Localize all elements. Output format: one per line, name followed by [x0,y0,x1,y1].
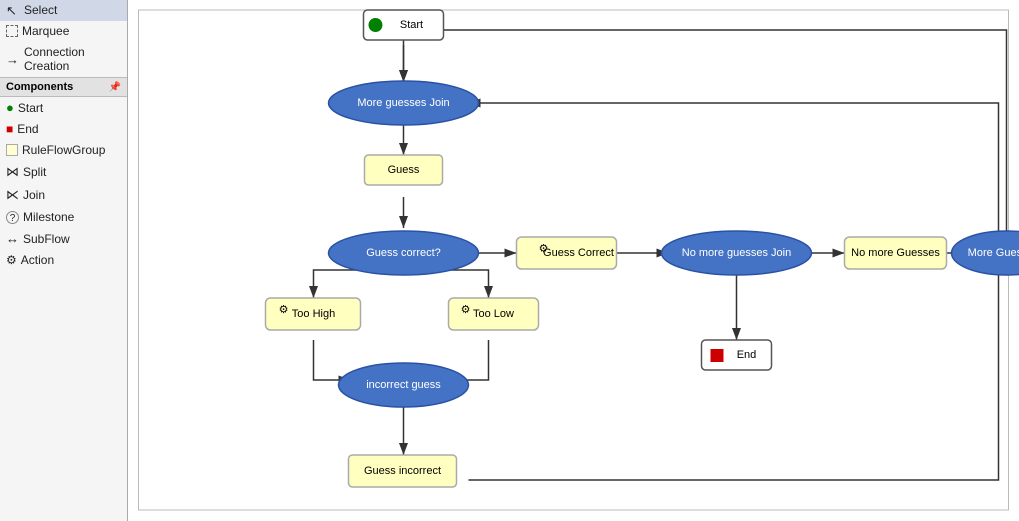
split-icon: ⋈ [6,164,19,180]
marquee-icon [6,25,18,37]
sidebar-label-start: Start [18,101,43,115]
no-more-guesses-node[interactable]: No more Guesses [845,237,947,269]
milestone-icon: ? [6,211,19,224]
start-node[interactable]: Start [364,10,444,40]
more-guesses-split-node[interactable]: More Guesses? [952,231,1019,275]
sidebar-item-subflow[interactable]: ↔ SubFlow [0,228,127,250]
end-icon: ■ [6,122,13,136]
flow-canvas[interactable]: Start More guesses Join Guess Guess corr… [128,0,1019,521]
subflow-icon: ↔ [6,231,19,246]
end-node[interactable]: End [702,340,772,370]
no-more-guesses-join-node[interactable]: No more guesses Join [662,231,812,275]
sidebar-item-start[interactable]: ● Start [0,97,127,119]
sidebar-item-select[interactable]: Select [0,0,127,21]
sidebar-label-connection: Connection Creation [24,45,121,73]
too-low-node[interactable]: ⚙ Too Low [449,298,539,330]
sidebar-item-action[interactable]: ⚙ Action [0,250,127,271]
sidebar-label-split: Split [23,165,46,179]
start-icon: ● [6,100,14,115]
more-guesses-join-node[interactable]: More guesses Join [329,81,479,125]
sidebar-label-subflow: SubFlow [23,232,70,246]
sidebar-label-select: Select [24,3,57,17]
sidebar-label-ruleflowgroup: RuleFlowGroup [22,143,105,157]
sidebar-label-join: Join [23,188,45,202]
pin-icon: 📌 [109,82,121,93]
join-icon: ⋉ [6,187,19,203]
incorrect-guess-node[interactable]: incorrect guess [339,363,469,407]
sidebar-label-end: End [17,122,38,136]
action-icon: ⚙ [6,253,17,267]
sidebar-item-end[interactable]: ■ End [0,119,127,140]
sidebar-item-marquee[interactable]: Marquee [0,21,127,42]
guess-correct-split-node[interactable]: Guess correct? [329,231,479,275]
sidebar-item-connection[interactable]: → Connection Creation [0,42,127,77]
sidebar-item-ruleflowgroup[interactable]: RuleFlowGroup [0,140,127,161]
guess-correct-action-node[interactable]: ⚙ Guess Correct [517,237,617,269]
guess-incorrect-node[interactable]: Guess incorrect [349,455,457,487]
sidebar-item-milestone[interactable]: ? Milestone [0,207,127,228]
sidebar-item-join[interactable]: ⋉ Join [0,184,127,207]
components-header: Components 📌 [0,77,127,97]
flow-diagram: Start More guesses Join Guess Guess corr… [128,0,1019,521]
sidebar-label-marquee: Marquee [22,24,69,38]
sidebar-label-action: Action [21,253,54,267]
too-high-node[interactable]: ⚙ Too High [266,298,361,330]
connection-icon: → [6,52,20,66]
components-title: Components [6,81,73,93]
sidebar-item-split[interactable]: ⋈ Split [0,161,127,184]
sidebar: Select Marquee → Connection Creation Com… [0,0,128,521]
ruleflow-icon [6,144,18,156]
cursor-icon [6,3,20,17]
guess-node[interactable]: Guess [365,155,443,185]
sidebar-label-milestone: Milestone [23,210,74,224]
